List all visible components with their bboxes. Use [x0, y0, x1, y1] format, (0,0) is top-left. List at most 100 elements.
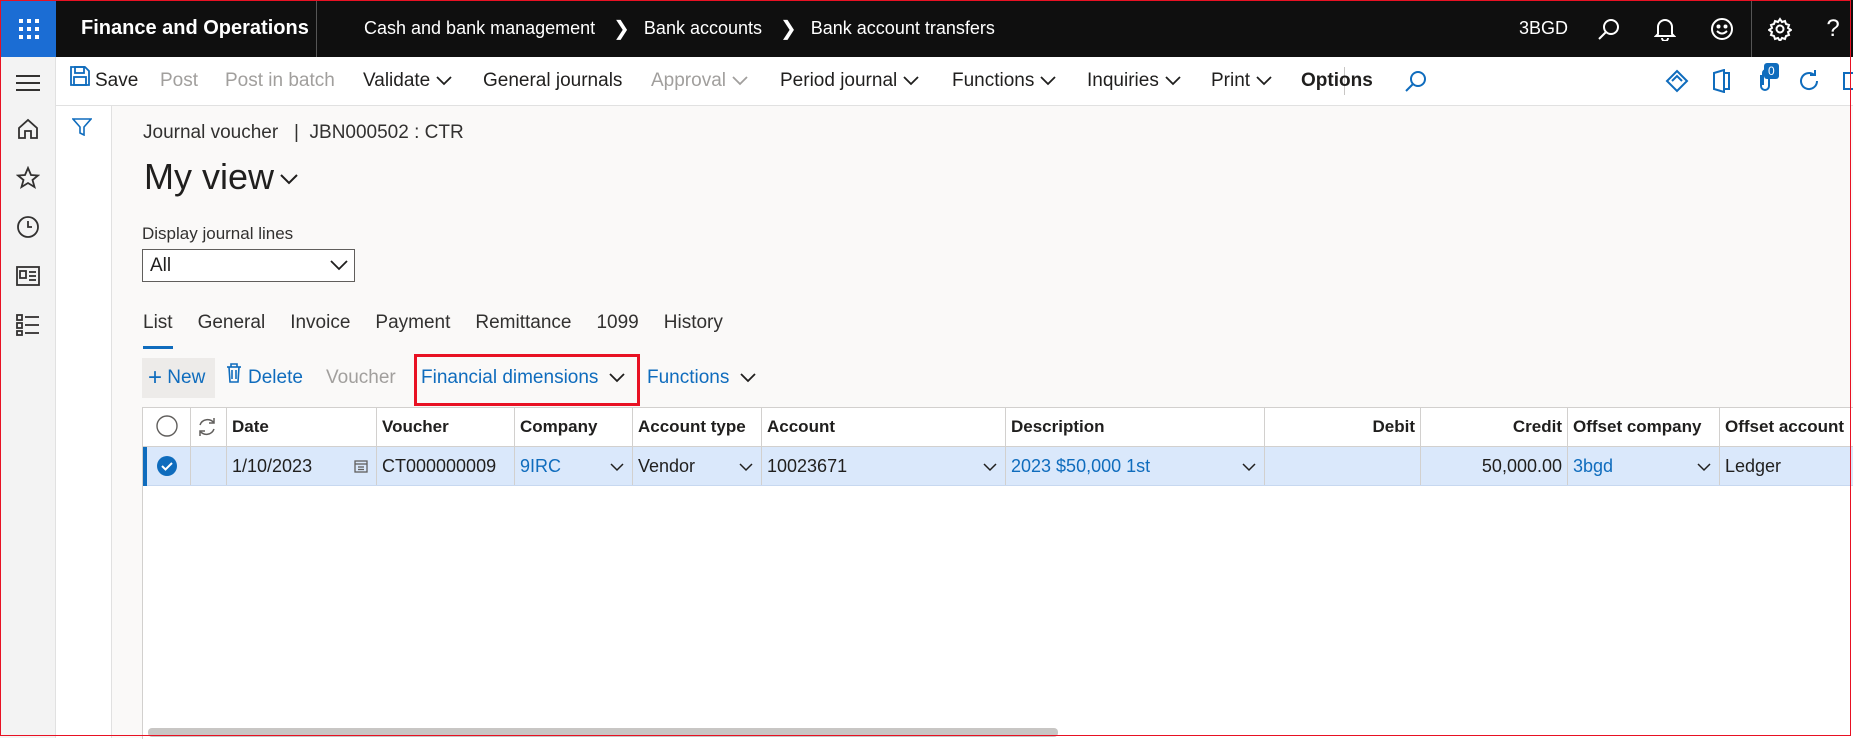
horizontal-scrollbar[interactable] [148, 728, 1058, 737]
main-content: Journal voucher | JBN000502 : CTR My vie… [112, 106, 1853, 739]
open-new-window-icon[interactable] [1842, 71, 1853, 91]
display-lines-value: All [150, 255, 172, 276]
diamond-icon[interactable] [1665, 69, 1689, 93]
attachments-icon[interactable]: 0 [1755, 63, 1779, 95]
company-cell[interactable]: 9IRC [515, 447, 633, 485]
column-header-account[interactable]: Account [762, 408, 1006, 446]
save-icon [70, 57, 90, 105]
period-journal-menu[interactable]: Period journal [780, 57, 919, 105]
validate-menu[interactable]: Validate [363, 57, 452, 105]
row-checkbox[interactable] [143, 447, 191, 485]
voucher-button[interactable]: Voucher [326, 358, 396, 398]
offset-account-cell[interactable]: Ledger [1720, 447, 1853, 485]
account-type-cell[interactable]: Vendor [633, 447, 762, 485]
app-title[interactable]: Finance and Operations [81, 0, 309, 57]
general-journals-button[interactable]: General journals [483, 57, 622, 105]
column-header-voucher[interactable]: Voucher [377, 408, 515, 446]
breadcrumb-item-cash-bank[interactable]: Cash and bank management [364, 18, 595, 39]
company-picker[interactable]: 3BGD [1519, 0, 1568, 57]
column-header-offset-company[interactable]: Offset company [1568, 408, 1720, 446]
chevron-right-icon: ❯ [613, 18, 630, 40]
approval-menu[interactable]: Approval [651, 57, 748, 105]
select-all-checkbox[interactable] [143, 408, 191, 446]
new-button[interactable]: + New [142, 358, 216, 398]
chevron-down-icon[interactable] [610, 447, 624, 485]
breadcrumb-item-bank-accounts[interactable]: Bank accounts [644, 18, 762, 39]
clock-icon[interactable] [13, 212, 43, 242]
tab-invoice[interactable]: Invoice [290, 304, 350, 344]
hamburger-icon[interactable] [13, 68, 43, 98]
chevron-down-icon[interactable] [983, 447, 997, 485]
star-icon[interactable] [13, 163, 43, 193]
account-cell[interactable]: 10023671 [762, 447, 1006, 485]
display-lines-select[interactable]: All [142, 249, 355, 282]
filter-icon[interactable] [71, 118, 93, 141]
grid-functions-label: Functions [647, 367, 730, 389]
tab-general[interactable]: General [198, 304, 266, 344]
column-header-offset-account[interactable]: Offset account [1720, 408, 1853, 446]
chevron-down-icon[interactable] [1697, 447, 1711, 485]
refresh-page-icon[interactable] [1797, 69, 1821, 93]
post-button[interactable]: Post [160, 57, 198, 105]
office-icon[interactable] [1711, 68, 1731, 94]
tab-payment[interactable]: Payment [375, 304, 450, 344]
table-row[interactable]: 1/10/2023 CT000000009 9IRC Vendor 100236… [143, 447, 1853, 486]
column-header-date[interactable]: Date [227, 408, 377, 446]
approval-label: Approval [651, 70, 726, 92]
grid-functions-menu[interactable]: Functions [647, 358, 756, 398]
description-value: 2023 $50,000 1st [1011, 456, 1151, 476]
gear-icon[interactable] [1760, 0, 1800, 57]
column-header-description[interactable]: Description [1006, 408, 1265, 446]
view-selector[interactable]: My view [144, 156, 298, 198]
chevron-down-icon [732, 57, 748, 105]
tab-list[interactable]: List [143, 304, 173, 349]
grid-header-row: Date Voucher Company Account type Accoun… [143, 408, 1853, 447]
delete-button[interactable]: Delete [226, 358, 303, 398]
bell-icon[interactable] [1645, 0, 1685, 57]
page-title: My view [144, 156, 275, 197]
row-status-cell [191, 447, 227, 485]
modules-icon[interactable] [13, 310, 43, 340]
functions-label: Functions [952, 70, 1035, 92]
action-search-icon[interactable] [1404, 69, 1428, 93]
chevron-down-icon [903, 57, 919, 105]
chevron-right-icon: ❯ [780, 18, 797, 40]
date-cell[interactable]: 1/10/2023 [227, 447, 377, 485]
calendar-icon[interactable] [354, 447, 368, 485]
offset-company-cell[interactable]: 3bgd [1568, 447, 1720, 485]
journal-lines-grid: Date Voucher Company Account type Accoun… [142, 407, 1853, 739]
debit-cell[interactable] [1265, 447, 1421, 485]
inquiries-label: Inquiries [1087, 70, 1159, 92]
column-header-credit[interactable]: Credit [1421, 408, 1568, 446]
waffle-icon[interactable] [1, 1, 56, 57]
search-icon[interactable] [1589, 0, 1629, 57]
column-header-debit[interactable]: Debit [1265, 408, 1421, 446]
credit-cell[interactable]: 50,000.00 [1421, 447, 1568, 485]
workspace-icon[interactable] [13, 261, 43, 291]
tab-history[interactable]: History [664, 304, 723, 344]
inquiries-menu[interactable]: Inquiries [1087, 57, 1181, 105]
topbar-divider [316, 0, 317, 57]
smiley-icon[interactable] [1702, 0, 1742, 57]
help-icon[interactable]: ? [1813, 0, 1853, 57]
tab-remittance[interactable]: Remittance [475, 304, 571, 344]
column-header-account-type[interactable]: Account type [633, 408, 762, 446]
voucher-cell[interactable]: CT000000009 [377, 447, 515, 485]
attachments-badge: 0 [1764, 63, 1779, 79]
chevron-down-icon[interactable] [1242, 447, 1256, 485]
display-lines-label: Display journal lines [142, 224, 294, 243]
chevron-down-icon [436, 57, 452, 105]
save-button[interactable]: Save [70, 57, 138, 105]
column-header-company[interactable]: Company [515, 408, 633, 446]
breadcrumb-item-bank-transfers[interactable]: Bank account transfers [811, 18, 995, 39]
options-tab[interactable]: Options [1301, 57, 1373, 105]
print-menu[interactable]: Print [1211, 57, 1272, 105]
post-in-batch-button[interactable]: Post in batch [225, 57, 335, 105]
functions-menu[interactable]: Functions [952, 57, 1057, 105]
refresh-icon[interactable] [191, 408, 227, 446]
home-icon[interactable] [13, 114, 43, 144]
chevron-down-icon[interactable] [739, 447, 753, 485]
description-cell[interactable]: 2023 $50,000 1st [1006, 447, 1265, 485]
tab-1099[interactable]: 1099 [596, 304, 638, 344]
chevron-down-icon [1165, 57, 1181, 105]
